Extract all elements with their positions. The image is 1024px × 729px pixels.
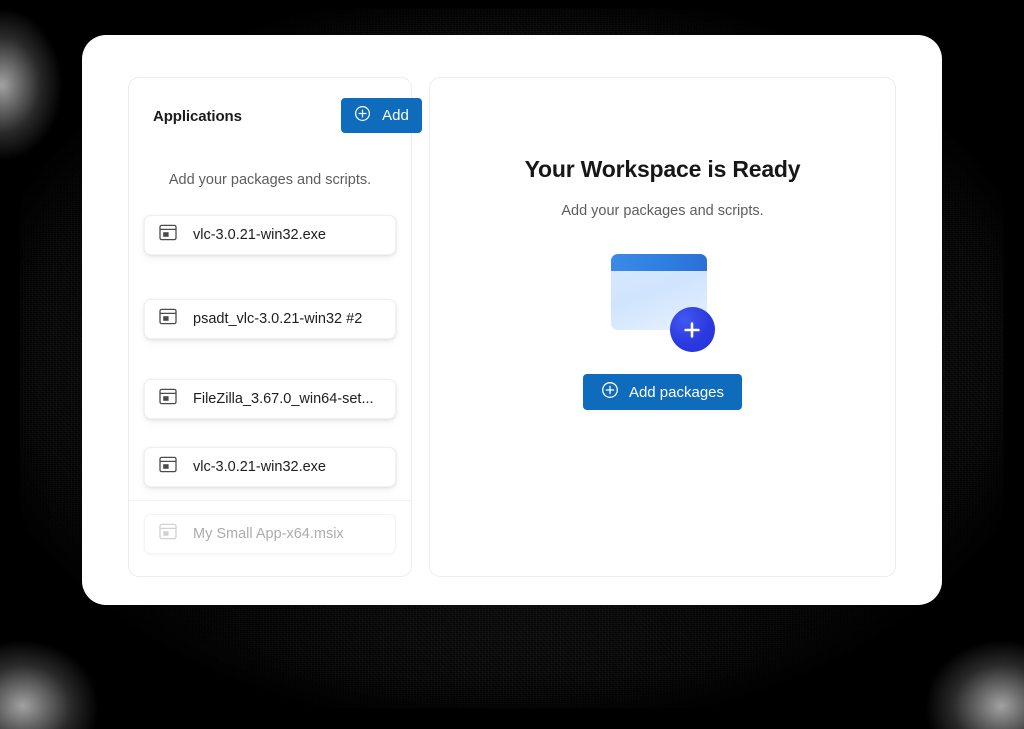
- applications-panel-header: Applications Add: [129, 98, 422, 134]
- list-item[interactable]: My Small App-x64.msix: [144, 513, 396, 554]
- plus-circle-icon: [601, 381, 619, 403]
- window-with-plus-badge-illustration: [610, 254, 715, 352]
- add-button-label: Add: [382, 107, 409, 124]
- list-divider: [129, 499, 411, 501]
- add-packages-button-label: Add packages: [628, 383, 725, 401]
- workspace-subtitle: Add your packages and scripts.: [561, 203, 764, 219]
- list-item-label: psadt_vlc-3.0.21-win32 #2: [193, 310, 363, 327]
- applications-panel: Applications Add Add your packages and s…: [128, 77, 422, 577]
- add-button[interactable]: Add: [341, 98, 422, 133]
- app-window-icon: [159, 456, 177, 478]
- list-item[interactable]: psadt_vlc-3.0.21-win32 #2: [144, 298, 396, 339]
- workspace-panel: Your Workspace is Ready Add your package…: [429, 77, 896, 577]
- app-window-icon: [159, 523, 177, 545]
- plus-icon: [669, 307, 715, 352]
- app-window-icon: [159, 308, 177, 330]
- applications-panel-subtitle: Add your packages and scripts.: [168, 172, 372, 188]
- list-item-label: FileZilla_3.67.0_win64-set...: [193, 390, 374, 407]
- list-item-label: My Small App-x64.msix: [193, 525, 344, 542]
- list-item[interactable]: vlc-3.0.21-win32.exe: [144, 446, 396, 487]
- list-item-label: vlc-3.0.21-win32.exe: [193, 458, 326, 475]
- app-window: Applications Add Add your packages and s…: [82, 35, 942, 605]
- app-window-icon: [159, 388, 177, 410]
- list-item[interactable]: vlc-3.0.21-win32.exe: [144, 214, 396, 255]
- add-packages-button[interactable]: Add packages: [582, 374, 743, 410]
- list-item-label: vlc-3.0.21-win32.exe: [193, 226, 326, 243]
- plus-circle-icon: [354, 105, 371, 126]
- app-window-icon: [159, 224, 177, 246]
- list-item[interactable]: FileZilla_3.67.0_win64-set...: [144, 378, 396, 419]
- page-title: Applications: [153, 107, 242, 125]
- application-list: vlc-3.0.21-win32.exe psadt_vlc-3.0.21-wi…: [129, 214, 411, 554]
- workspace-title: Your Workspace is Ready: [524, 156, 801, 182]
- illustration-title-bar: [610, 254, 707, 271]
- screenshot-stage: Applications Add Add your packages and s…: [0, 0, 1024, 729]
